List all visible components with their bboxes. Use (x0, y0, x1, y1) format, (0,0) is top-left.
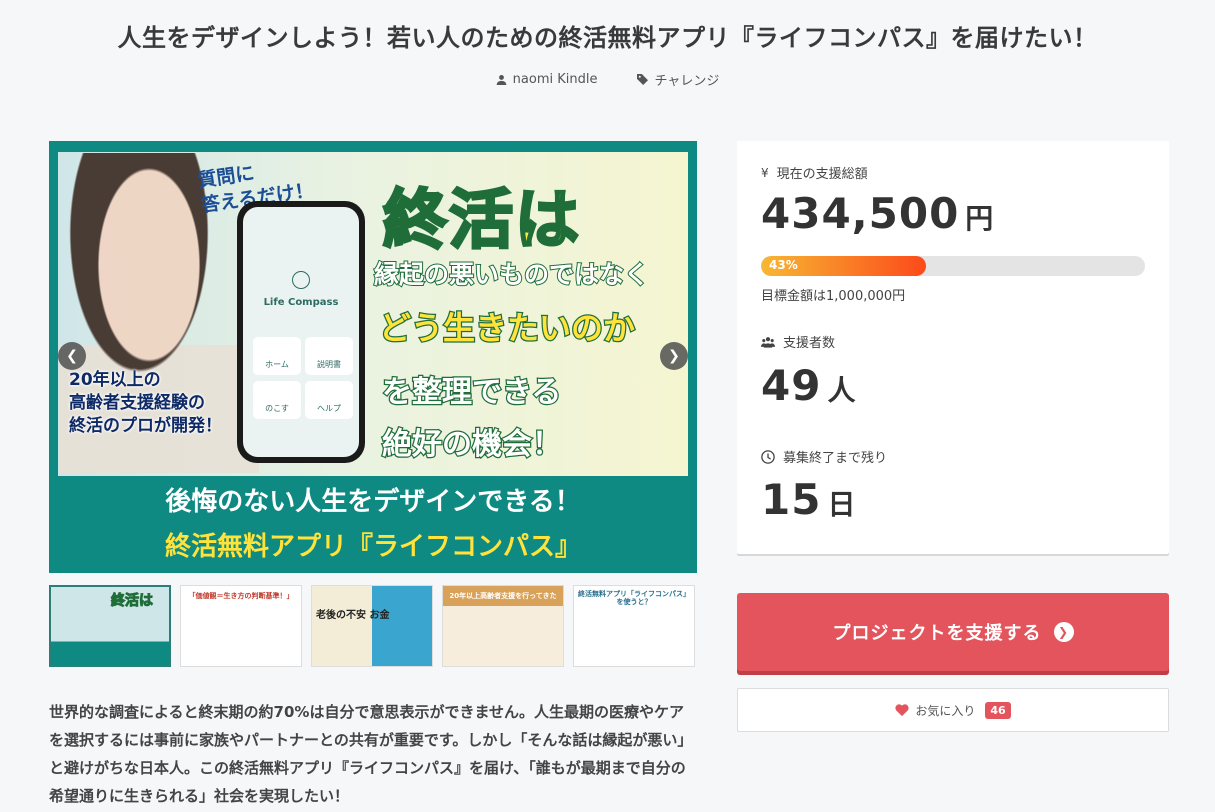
clock-icon (761, 449, 775, 464)
thumbnail[interactable]: 終活無料アプリ「ライフコンパス」を使うと？ (573, 585, 695, 667)
project-title: 人生をデザインしよう！若い人のための終活無料アプリ『ライフコンパス』を届けたい！ (117, 24, 1098, 52)
hero-image[interactable]: 質問に 答えるだけ！ Life Compass ホーム 説明書 のこす ヘルプ … (49, 141, 697, 573)
phone-screen: Life Compass ホーム 説明書 のこす ヘルプ (243, 207, 359, 457)
stats-panel: ¥ 現在の支援総額 434,500 円 43% 目標金額は1,000,000円 支… (737, 141, 1169, 554)
remaining-unit: 日 (827, 488, 857, 521)
support-project-button[interactable]: プロジェクトを支援する ❯ (737, 593, 1169, 671)
thumbnail-text: 終活は (111, 593, 154, 610)
category-name: チャレンジ (654, 74, 720, 89)
backers-unit: 人 (827, 374, 857, 407)
hero-line: 絶好の機会！ (381, 426, 564, 464)
remaining-label-text: 募集終了まで残り (783, 451, 888, 466)
chevron-left-icon: ❮ (66, 348, 78, 364)
compass-icon (292, 271, 310, 289)
tag-icon (637, 74, 649, 85)
goal-amount: 目標金額は1,000,000円 (761, 289, 906, 304)
favorite-button[interactable]: お気に入り 46 (737, 688, 1169, 732)
carousel-next-button[interactable]: ❯ (660, 342, 688, 370)
support-button-label: プロジェクトを支援する (832, 623, 1042, 644)
total-label: ¥ 現在の支援総額 (761, 163, 868, 183)
heart-icon (895, 704, 909, 717)
total-amount: 434,500 円 (761, 189, 994, 238)
hero-line: どう生きたいのか (378, 308, 637, 349)
thumbnail-text: 「価値観＝生き方の判断基準！」 (188, 592, 294, 600)
thumbnail-text: 終活無料アプリ「ライフコンパス」を使うと？ (578, 590, 690, 607)
total-unit: 円 (965, 202, 995, 235)
app-name: Life Compass (263, 297, 339, 308)
app-button: ホーム (253, 337, 301, 375)
category-link[interactable]: チャレンジ (637, 70, 719, 89)
remaining-label: 募集終了まで残り (761, 447, 887, 466)
project-meta: naomi Kindle チャレンジ (0, 70, 1215, 89)
total-label-text: 現在の支援総額 (776, 167, 868, 182)
hero-line: を整理できる (381, 374, 563, 412)
remaining-value: 15 (761, 475, 822, 524)
thumbnail[interactable]: 「価値観＝生き方の判断基準！」 (180, 585, 302, 667)
total-value: 434,500 (761, 189, 960, 238)
backers-value: 49 (761, 361, 822, 410)
author-link[interactable]: naomi Kindle (496, 70, 598, 89)
app-button: ヘルプ (305, 381, 353, 419)
backers-label-text: 支援者数 (783, 336, 836, 351)
thumbnail-text: 20年以上高齢者支援を行ってきた (449, 592, 557, 600)
backers-count: 49 人 (761, 361, 856, 410)
thumbnail-text: 老後の不安 お金 (316, 610, 390, 621)
favorite-label: お気に入り (915, 703, 976, 718)
thumbnail[interactable]: 20年以上高齢者支援を行ってきた (442, 585, 564, 667)
project-description: 世界的な調査によると終末期の約70%は自分で意思表示ができません。人生最期の医療… (49, 703, 693, 805)
progress-bar: 43% (761, 256, 1145, 276)
remaining-days: 15 日 (761, 475, 856, 524)
thumbnail-strip: 終活は 「価値観＝生き方の判断基準！」 老後の不安 お金 20年以上高齢者支援を… (49, 585, 695, 667)
carousel-prev-button[interactable]: ❮ (58, 342, 86, 370)
phone-mockup: Life Compass ホーム 説明書 のこす ヘルプ (237, 201, 365, 463)
hero-expert-text: 20年以上の 高齢者支援経験の 終活のプロが開発！ (69, 370, 222, 436)
hero-band-2: 終活無料アプリ『ライフコンパス』 (164, 532, 581, 562)
author-name: naomi Kindle (512, 72, 598, 87)
hero-headline: 終活は (382, 183, 581, 260)
app-button: のこす (253, 381, 301, 419)
thumbnail[interactable]: 終活は (49, 585, 171, 667)
app-button: 説明書 (305, 337, 353, 375)
backers-label: 支援者数 (761, 332, 835, 351)
hero-band-1: 後悔のない人生をデザインできる！ (165, 487, 581, 517)
users-icon (761, 336, 775, 348)
arrow-right-icon: ❯ (1053, 622, 1074, 642)
yen-icon: ¥ (761, 165, 769, 180)
chevron-right-icon: ❯ (668, 348, 680, 364)
thumbnail[interactable]: 老後の不安 お金 (311, 585, 433, 667)
favorite-count-badge: 46 (985, 701, 1011, 719)
user-icon (496, 75, 506, 85)
hero-line: 縁起の悪いものではなく (373, 259, 650, 290)
progress-percent: 43% (769, 258, 798, 272)
